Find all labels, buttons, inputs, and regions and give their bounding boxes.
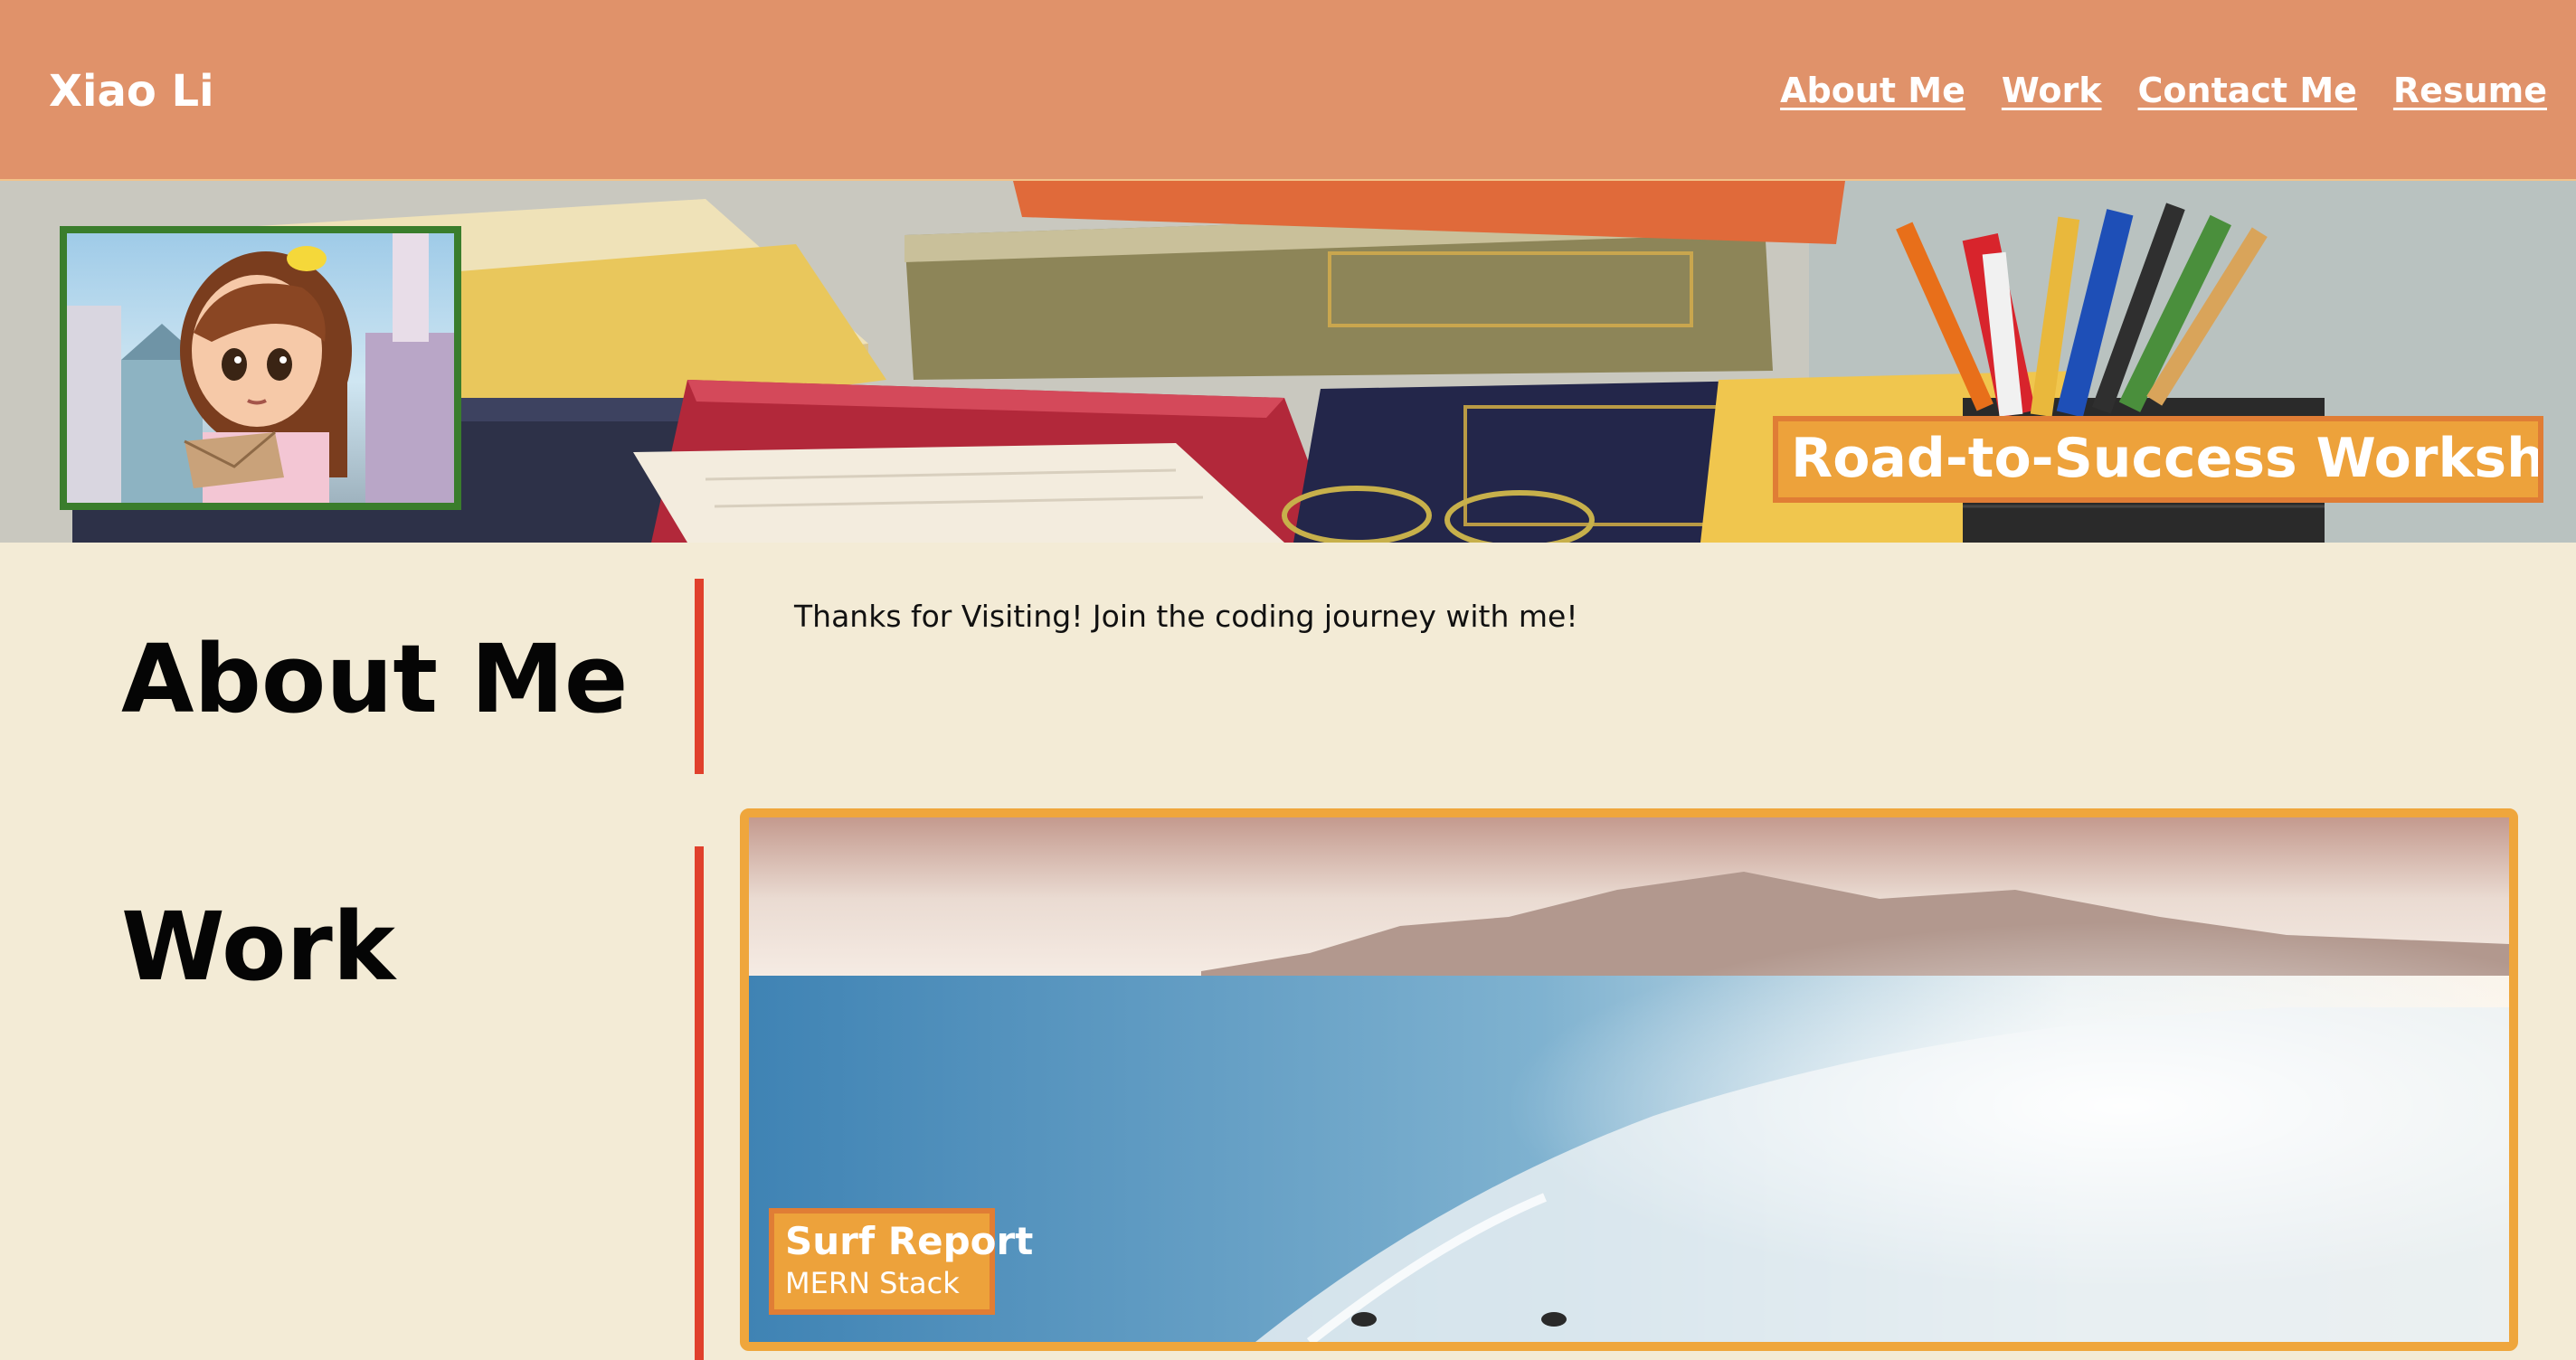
nav-link-about-me[interactable]: About Me [1780,65,1965,116]
nav-link-work[interactable]: Work [2002,65,2102,116]
project-title[interactable]: Surf Report [785,1219,1033,1264]
surf-beach-image [749,817,2509,1342]
hero-banner: Road-to-Success Workshop [0,181,2576,543]
work-heading: Work [121,892,395,1002]
hero-title: Road-to-Success Workshop [1773,416,2543,503]
about-me-divider [695,579,704,774]
project-tech-stack: MERN Stack [785,1266,960,1300]
nav-link-contact-me[interactable]: Contact Me [2138,65,2357,116]
about-me-text: Thanks for Visiting! Join the coding jou… [794,599,1578,634]
cartoon-girl-image [67,233,454,503]
work-divider [695,846,704,1360]
site-header: Xiao Li About Me Work Contact Me Resume [0,0,2576,181]
site-brand[interactable]: Xiao Li [49,60,214,123]
project-label[interactable]: Surf Report MERN Stack [769,1208,1033,1315]
about-me-heading: About Me [121,624,629,734]
project-card[interactable]: Surf Report MERN Stack [740,808,2518,1351]
nav-link-resume[interactable]: Resume [2393,65,2547,116]
profile-avatar [60,226,461,510]
main-nav: About Me Work Contact Me Resume [1780,65,2547,116]
